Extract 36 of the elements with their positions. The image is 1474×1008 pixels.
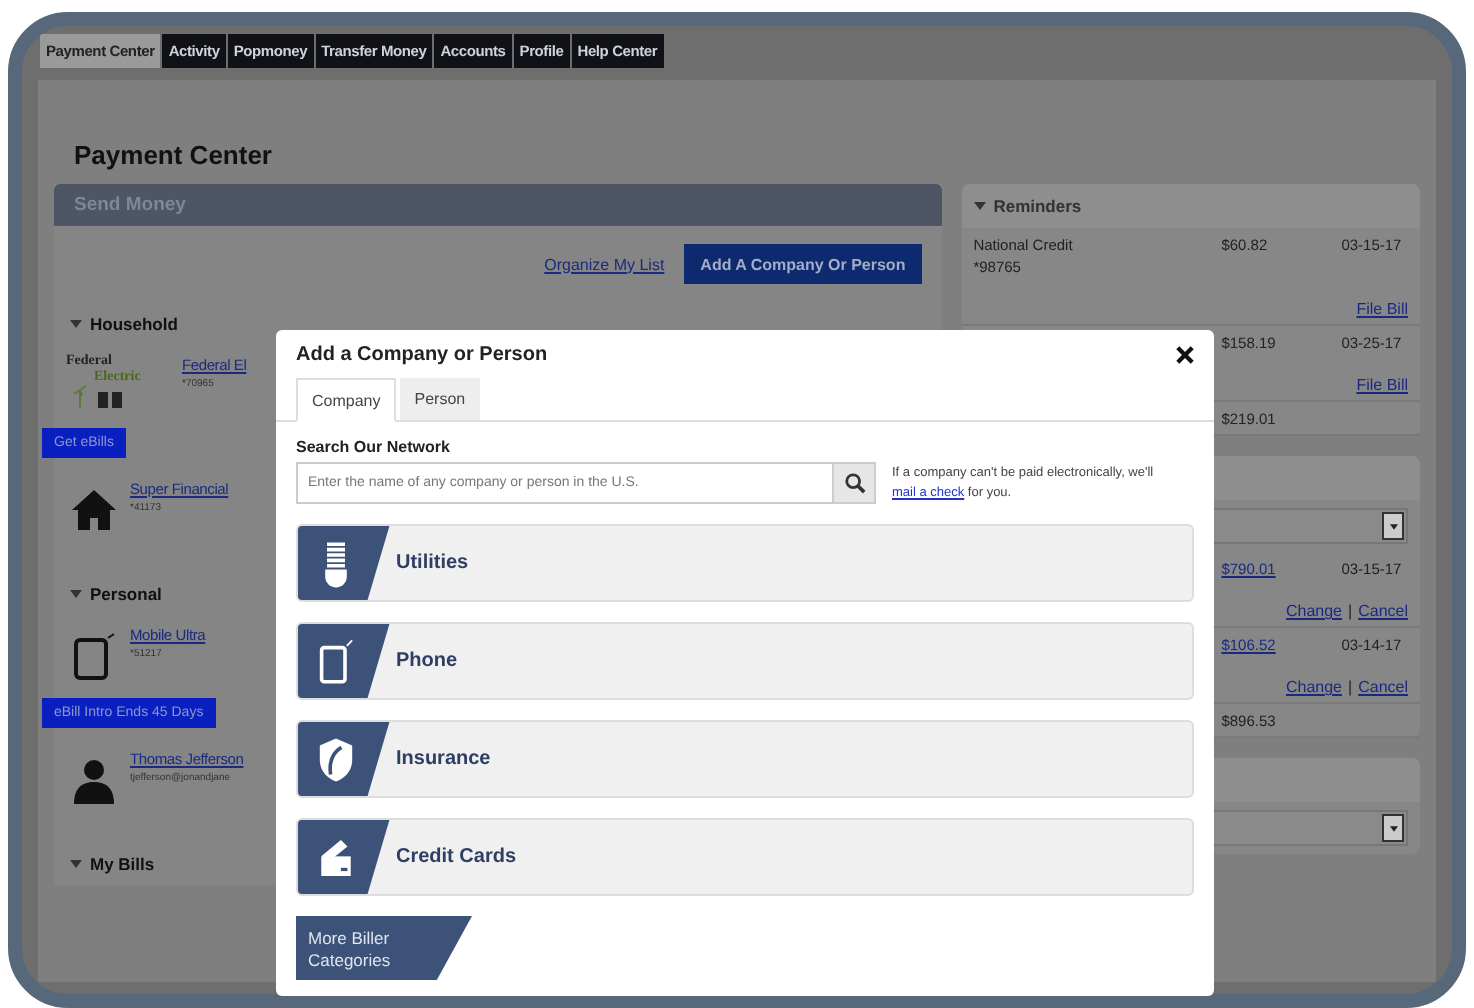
tablet-icon: [70, 630, 118, 682]
collapse-icon[interactable]: [70, 860, 82, 868]
more-categories-button[interactable]: More Biller Categories: [296, 916, 472, 980]
add-button[interactable]: Add A Company Or Person: [684, 244, 922, 284]
category-button[interactable]: Phone: [296, 622, 1194, 700]
collapse-icon[interactable]: [973, 202, 986, 210]
action-link[interactable]: Cancel: [1358, 602, 1408, 620]
group-title: Household: [90, 314, 178, 334]
modal-title: Add a Company or Person: [296, 344, 548, 366]
group-title: Personal: [90, 584, 162, 604]
page-title: Payment Center: [74, 140, 274, 174]
close-icon[interactable]: [1176, 346, 1194, 364]
person-icon: [70, 754, 118, 806]
modal-tab[interactable]: Company: [296, 378, 397, 422]
collapse-icon[interactable]: [70, 590, 82, 598]
collapse-icon[interactable]: [70, 320, 82, 328]
action-link[interactable]: Cancel: [1358, 678, 1408, 696]
shield-icon: [318, 735, 354, 783]
caret-icon: [1382, 512, 1404, 540]
separator: |: [1348, 602, 1353, 620]
action-link[interactable]: Change: [1285, 602, 1343, 620]
category-button[interactable]: Insurance: [296, 720, 1194, 798]
category-button[interactable]: Credit Cards: [296, 818, 1194, 896]
tablet-icon: [318, 637, 354, 685]
house-icon: [70, 484, 118, 536]
file-bill-link[interactable]: File Bill: [973, 300, 1408, 318]
category-button[interactable]: Utilities: [296, 524, 1194, 602]
caret-icon: [1382, 814, 1404, 842]
action-link[interactable]: Change: [1285, 678, 1343, 696]
modal-tab[interactable]: Person: [400, 378, 480, 420]
search-icon[interactable]: [832, 462, 876, 504]
organize-link[interactable]: Organize My List: [544, 255, 665, 273]
panel-title: Reminders: [993, 196, 1082, 216]
group-title: My Bills: [90, 854, 155, 874]
search-label: Search Our Network: [296, 438, 452, 456]
separator: |: [1348, 678, 1353, 696]
